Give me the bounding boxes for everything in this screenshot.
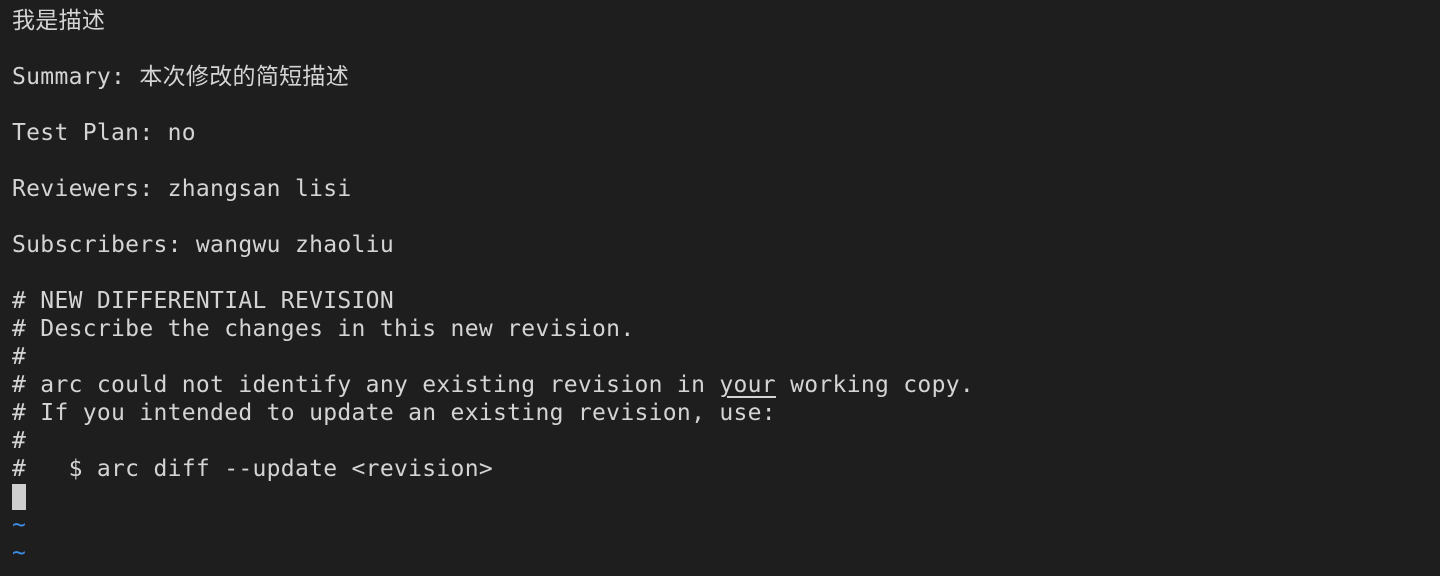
comment-arc-line: # arc could not identify any existing re… (12, 371, 1432, 399)
comment-arc-text-after: working copy. (775, 372, 975, 398)
comment-command-line: # $ arc diff --update <revision> (12, 456, 494, 482)
summary-line: Summary: 本次修改的简短描述 (12, 64, 350, 90)
comment-describe-line: # Describe the changes in this new revis… (12, 316, 635, 342)
empty-line-marker: ~ (12, 540, 27, 566)
comment-arc-text-before: # arc could not identify any existing re… (12, 372, 720, 398)
comment-empty-line: # (12, 428, 27, 454)
spell-underlined-word: your (719, 372, 776, 398)
text-cursor (12, 484, 26, 510)
cursor-line[interactable] (12, 483, 1432, 511)
comment-header-line: # NEW DIFFERENTIAL REVISION (12, 288, 394, 314)
comment-intended-line: # If you intended to update an existing … (12, 400, 776, 426)
reviewers-line: Reviewers: zhangsan lisi (12, 176, 352, 202)
vim-editor-buffer[interactable]: 我是描述 Summary: 本次修改的简短描述 Test Plan: no Re… (12, 7, 1432, 567)
subscribers-line: Subscribers: wangwu zhaoliu (12, 232, 394, 258)
empty-line-marker: ~ (12, 512, 27, 538)
test-plan-line: Test Plan: no (12, 120, 196, 146)
description-line: 我是描述 (12, 8, 106, 34)
comment-empty-line: # (12, 344, 27, 370)
